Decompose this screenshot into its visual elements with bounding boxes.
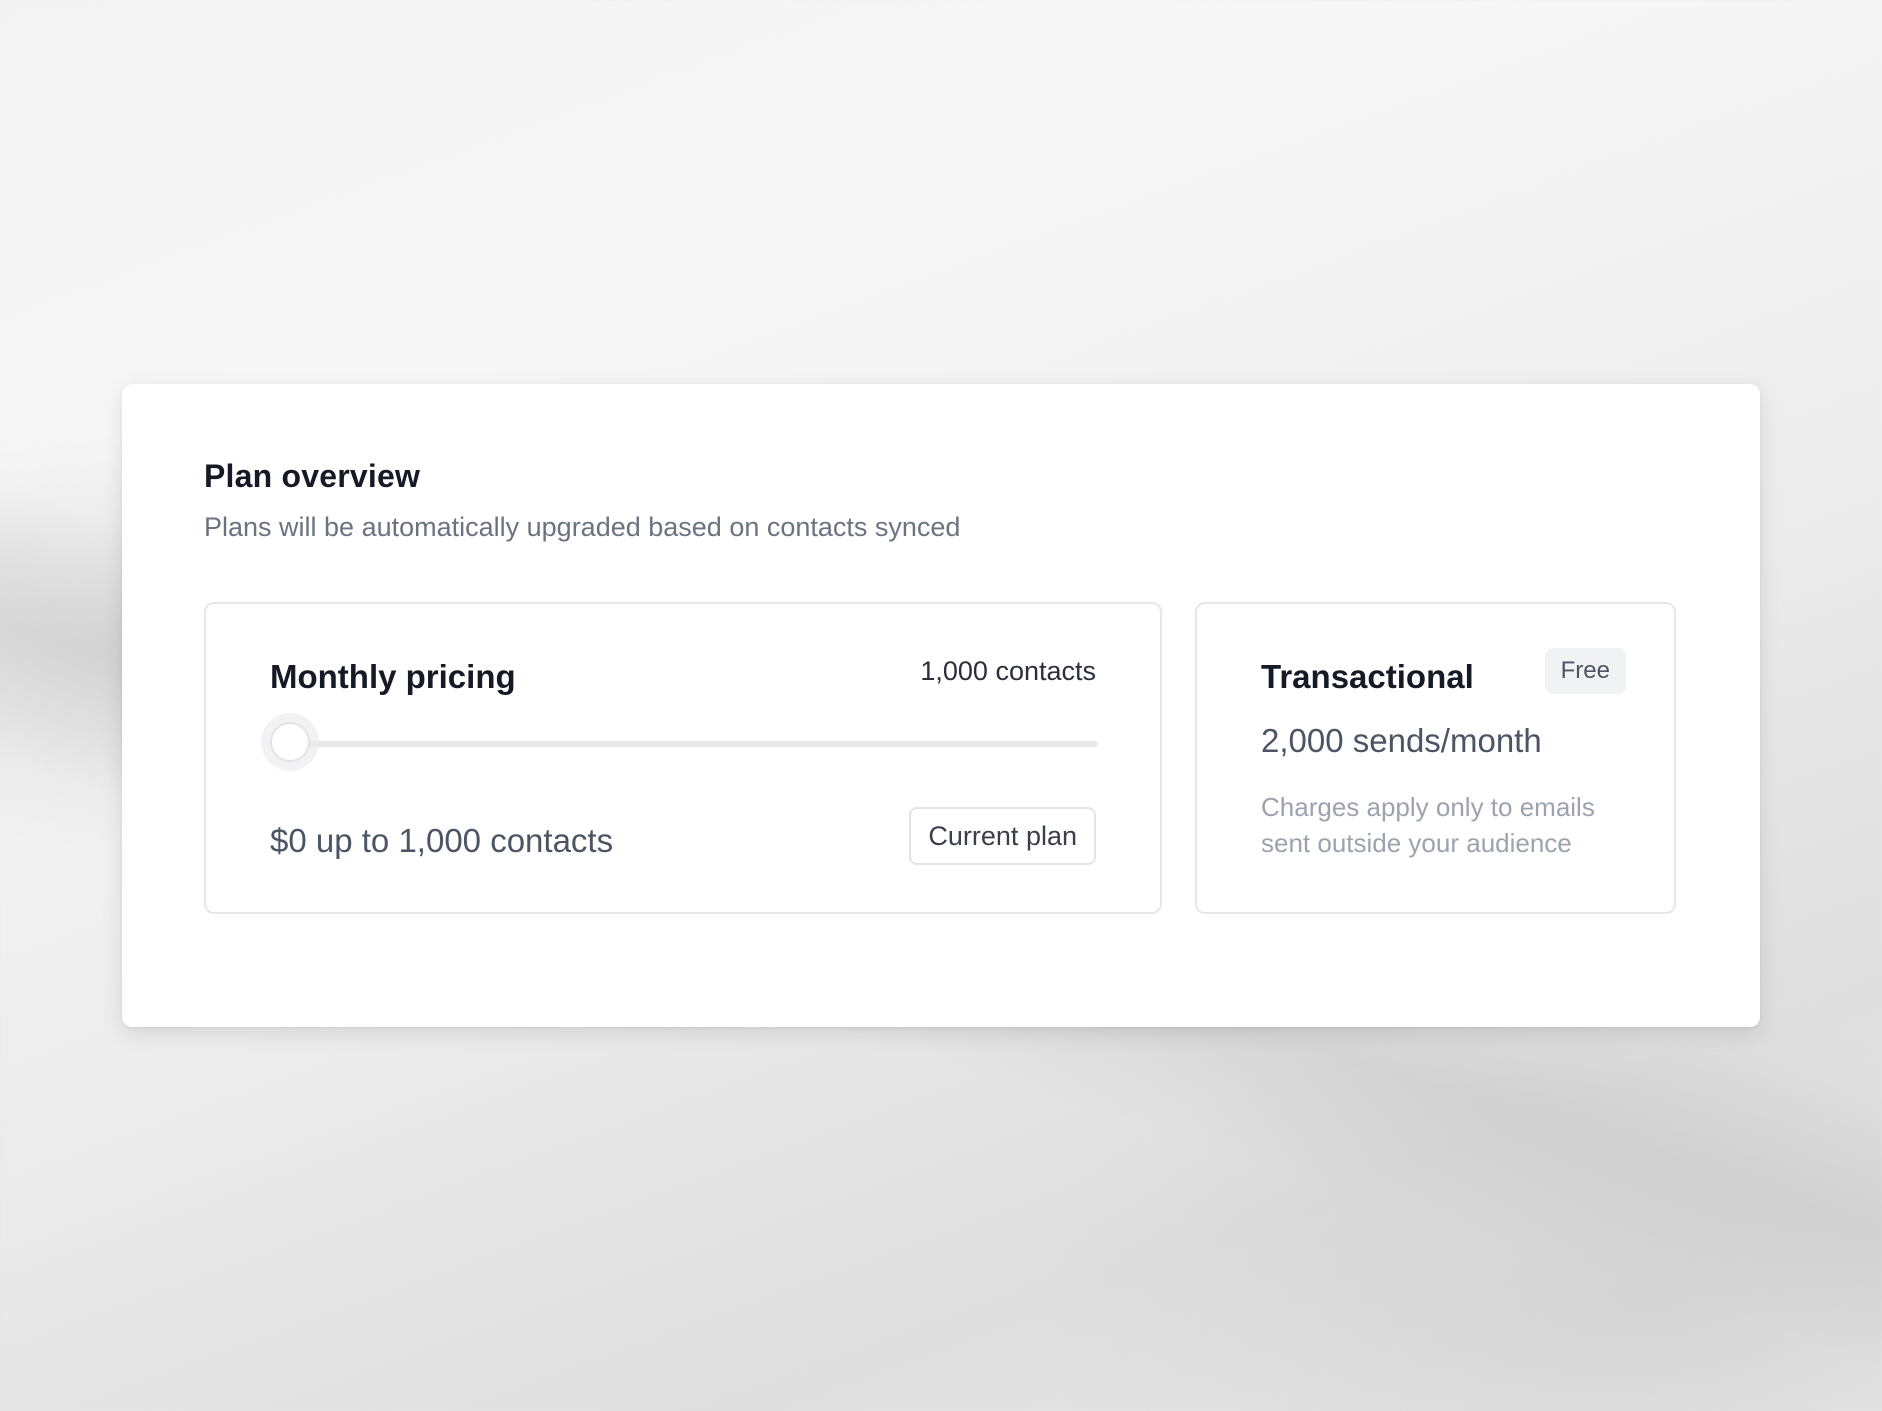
- slider-track[interactable]: [270, 741, 1098, 747]
- contacts-count-label: 1,000 contacts: [920, 656, 1096, 686]
- free-badge: Free: [1544, 648, 1626, 694]
- contacts-slider[interactable]: [270, 722, 1098, 766]
- page-title: Plan overview: [204, 458, 421, 494]
- current-plan-button[interactable]: Current plan: [909, 807, 1096, 865]
- transactional-panel: Transactional Free 2,000 sends/month Cha…: [1195, 602, 1676, 914]
- slider-thumb[interactable]: [270, 722, 310, 762]
- page-subtitle: Plans will be automatically upgraded bas…: [204, 512, 961, 542]
- price-summary: $0 up to 1,000 contacts: [270, 822, 614, 859]
- plan-overview-card: Plan overview Plans will be automaticall…: [122, 384, 1760, 1027]
- sends-per-month: 2,000 sends/month: [1261, 722, 1542, 759]
- monthly-pricing-title: Monthly pricing: [270, 658, 516, 695]
- transactional-note: Charges apply only to emails sent outsid…: [1261, 792, 1595, 858]
- monthly-pricing-panel: Monthly pricing 1,000 contacts $0 up to …: [204, 602, 1162, 914]
- transactional-title: Transactional: [1261, 658, 1474, 695]
